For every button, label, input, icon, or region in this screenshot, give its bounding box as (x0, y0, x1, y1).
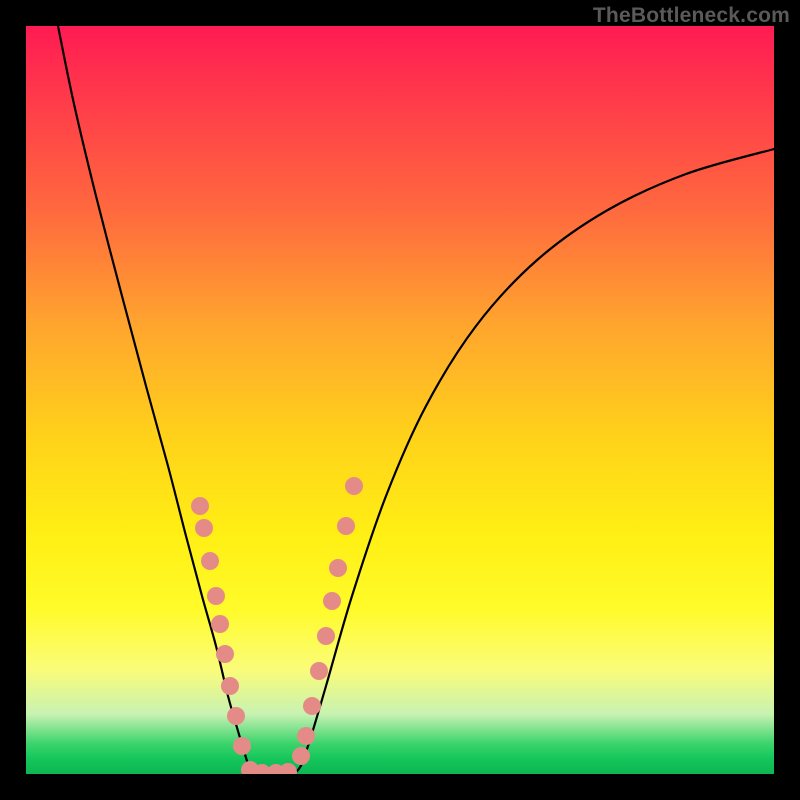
data-point (317, 627, 335, 645)
data-point (337, 517, 355, 535)
data-point (216, 645, 234, 663)
data-point (303, 697, 321, 715)
data-point (207, 587, 225, 605)
data-point (221, 677, 239, 695)
data-point (345, 477, 363, 495)
data-points (191, 477, 363, 774)
data-point (310, 662, 328, 680)
data-point (329, 559, 347, 577)
watermark: TheBottleneck.com (593, 4, 790, 28)
bottleneck-curve-plot (26, 26, 774, 774)
data-point (297, 727, 315, 745)
data-point (191, 497, 209, 515)
data-point (279, 763, 297, 774)
data-point (211, 615, 229, 633)
chart-frame (26, 26, 774, 774)
data-point (323, 592, 341, 610)
data-point (292, 747, 310, 765)
data-point (201, 552, 219, 570)
data-point (195, 519, 213, 537)
bottleneck-curve (58, 26, 774, 773)
data-point (233, 737, 251, 755)
data-point (227, 707, 245, 725)
